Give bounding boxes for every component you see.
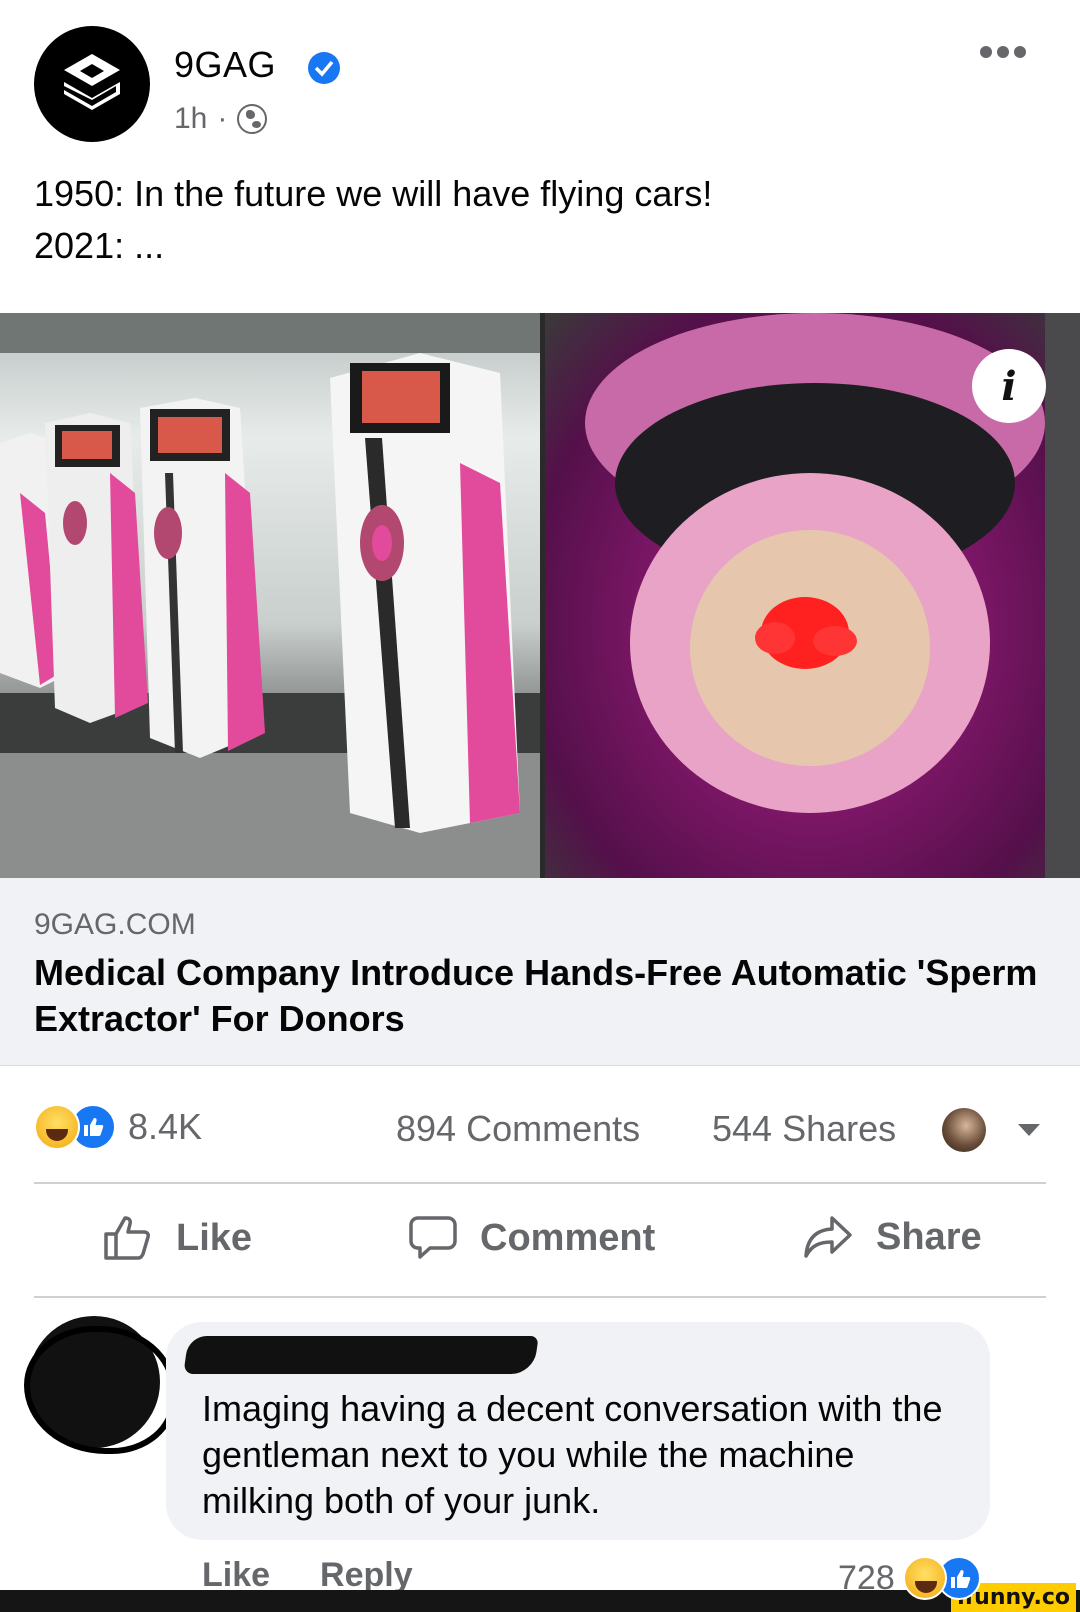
redacted-commenter-name [183,1336,539,1374]
viewer-avatar[interactable] [942,1108,986,1152]
shares-count[interactable]: 544 Shares [712,1108,896,1150]
stats-divider [34,1182,1046,1184]
haha-reaction-icon [34,1104,80,1150]
comment-text: Imaging having a decent conversation wit… [202,1388,943,1521]
link-domain: 9GAG.COM [34,908,196,941]
comments-count[interactable]: 894 Comments [396,1108,640,1150]
globe-icon [237,104,268,134]
meta-separator: · [217,102,228,135]
share-button[interactable]: Share [804,1214,982,1260]
closeup-photo: i [545,313,1080,878]
share-label: Share [876,1215,982,1258]
actions-divider [34,1296,1046,1298]
like-label: Like [176,1216,253,1259]
commenter-avatar[interactable] [24,1316,176,1454]
page-name[interactable]: 9GAG [174,44,276,86]
machines-photo [0,313,540,878]
caret-down-icon[interactable] [1018,1124,1040,1136]
reaction-summary[interactable]: 8.4K [34,1104,202,1150]
post-actions: Like Comment Share [34,1186,1046,1296]
comment-bubble: Imaging having a decent conversation wit… [166,1322,990,1540]
info-icon[interactable]: i [972,349,1046,423]
engagement-stats: 8.4K 894 Comments 544 Shares [34,1100,1046,1156]
haha-reaction-icon [902,1556,947,1600]
comment-button[interactable]: Comment [408,1214,655,1262]
thumbs-up-icon [104,1216,150,1260]
post-time[interactable]: 1h [174,102,207,136]
post-text: 1950: In the future we will have flying … [34,168,1034,272]
9gag-logo-icon [64,54,120,110]
post-header: 9GAG 1h · [34,26,1046,144]
verified-badge-icon [308,52,340,84]
share-arrow-icon [804,1216,852,1258]
link-title[interactable]: Medical Company Introduce Hands-Free Aut… [34,950,1044,1042]
comment-label: Comment [480,1216,656,1259]
link-preview[interactable]: 9GAG.COM Medical Company Introduce Hands… [0,878,1080,1066]
post-media[interactable]: i [0,313,1080,878]
comment-bubble-icon [409,1216,457,1259]
post-text-line-1: 1950: In the future we will have flying … [34,173,713,214]
post-meta: 1h · [174,102,268,136]
like-button[interactable]: Like [102,1214,252,1262]
reaction-count: 8.4K [128,1106,203,1147]
page-avatar[interactable] [34,26,150,142]
more-options-icon[interactable] [980,46,1026,58]
post-text-line-2: 2021: ... [34,225,165,266]
